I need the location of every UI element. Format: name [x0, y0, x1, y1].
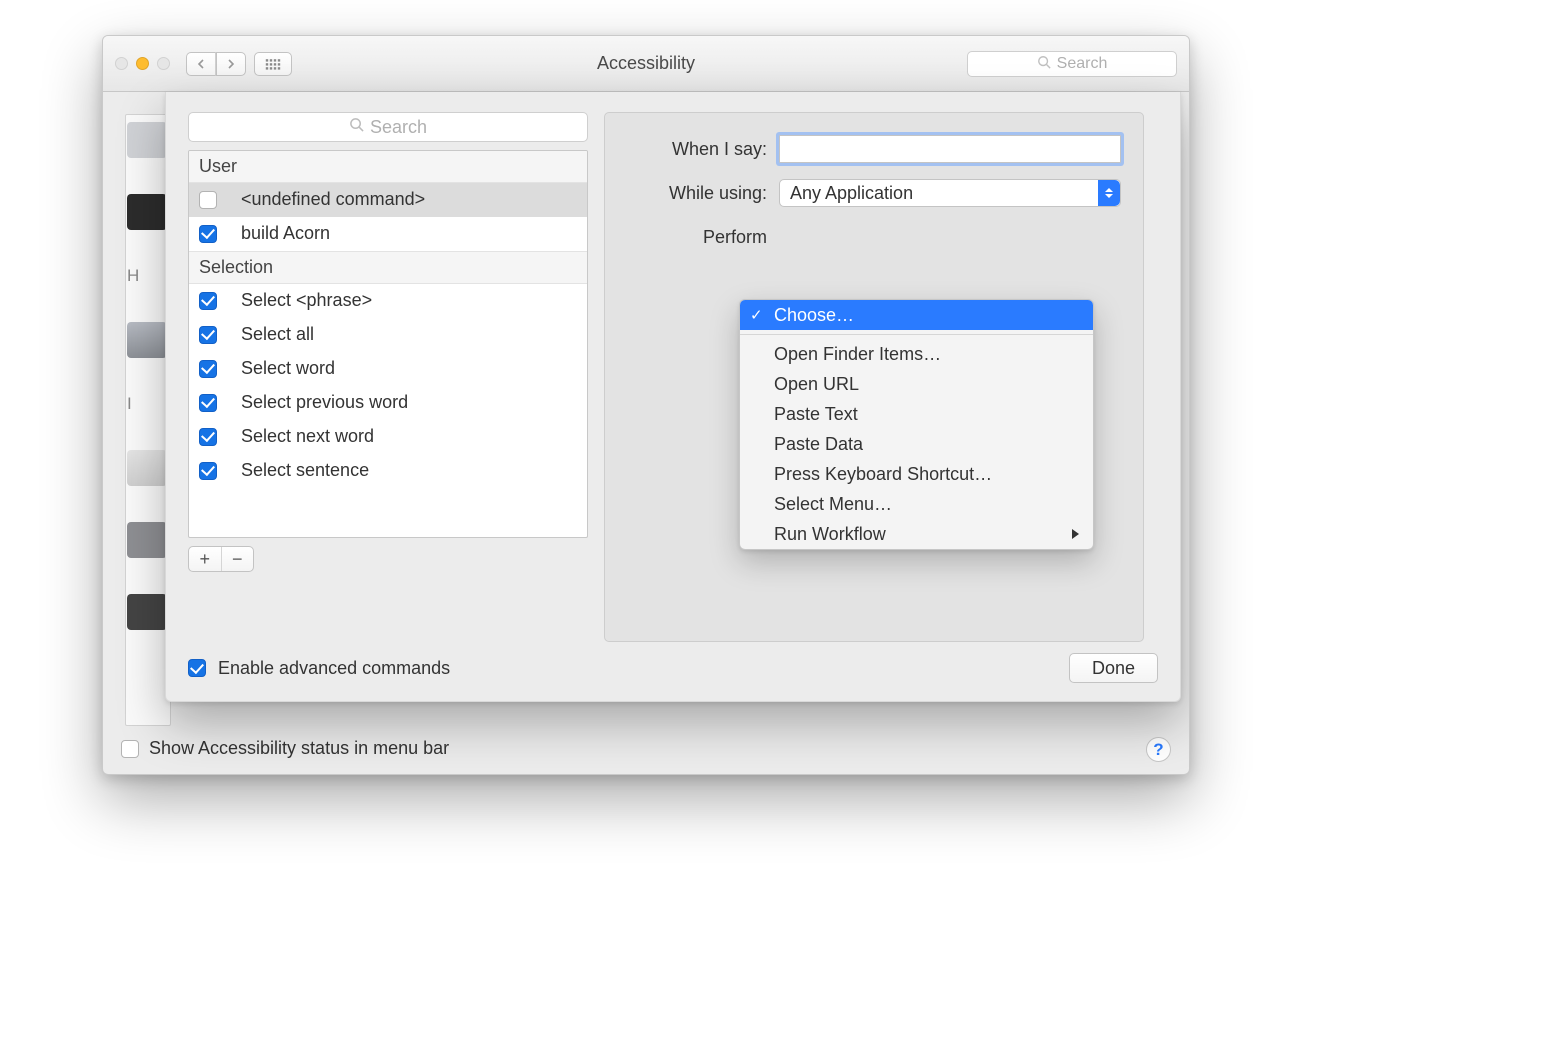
- sidebar-icon-peek-5: [127, 522, 167, 558]
- command-enabled-checkbox[interactable]: [199, 191, 217, 209]
- menu-item[interactable]: Press Keyboard Shortcut…: [740, 459, 1093, 489]
- list-item[interactable]: Select all: [189, 318, 587, 352]
- menu-item-label: Choose…: [774, 305, 854, 326]
- commands-search-placeholder: Search: [370, 117, 427, 138]
- search-icon: [349, 117, 364, 137]
- popup-stepper-icon: [1098, 180, 1120, 206]
- zoom-window-button[interactable]: [157, 57, 170, 70]
- command-enabled-checkbox[interactable]: [199, 225, 217, 243]
- form-row-while-using: While using: Any Application: [627, 179, 1121, 207]
- window-titlebar: Accessibility Search: [103, 36, 1189, 92]
- command-enabled-checkbox[interactable]: [199, 428, 217, 446]
- command-label: Select all: [241, 324, 314, 345]
- sidebar-icon-peek-3: [127, 322, 167, 358]
- sidebar-icon-peek-2: [127, 194, 167, 230]
- done-label: Done: [1092, 658, 1135, 679]
- perform-dropdown-menu[interactable]: ✓ Choose… Open Finder Items… Open URL Pa…: [739, 299, 1094, 550]
- menu-separator: [740, 334, 1093, 335]
- accessibility-status-label: Show Accessibility status in menu bar: [149, 738, 449, 759]
- menu-item[interactable]: Open URL: [740, 369, 1093, 399]
- when-i-say-label: When I say:: [627, 139, 767, 160]
- command-label: Select previous word: [241, 392, 408, 413]
- menu-item-label: Paste Data: [774, 434, 863, 455]
- list-item[interactable]: Select <phrase>: [189, 284, 587, 318]
- menu-item[interactable]: Paste Data: [740, 429, 1093, 459]
- menu-item-label: Open URL: [774, 374, 859, 395]
- when-i-say-input[interactable]: [779, 135, 1121, 163]
- sidebar-icon-peek-1: [127, 122, 167, 158]
- command-enabled-checkbox[interactable]: [199, 360, 217, 378]
- list-item[interactable]: Select word: [189, 352, 587, 386]
- list-item[interactable]: build Acorn: [189, 217, 587, 251]
- sheet-left-panel: Search User <undefined command> build Ac…: [188, 112, 588, 572]
- question-icon: ?: [1153, 740, 1163, 760]
- window-search-field[interactable]: Search: [967, 51, 1177, 77]
- menu-item-label: Press Keyboard Shortcut…: [774, 464, 992, 485]
- sidebar-label-peek-1: H: [127, 266, 139, 286]
- show-all-prefs-button[interactable]: [254, 52, 292, 76]
- search-icon: [1037, 55, 1051, 73]
- form-row-when-i-say: When I say:: [627, 135, 1121, 163]
- list-item[interactable]: Select sentence: [189, 454, 587, 488]
- accessibility-status-checkbox[interactable]: [121, 740, 139, 758]
- command-enabled-checkbox[interactable]: [199, 292, 217, 310]
- menu-item[interactable]: ✓ Choose…: [740, 300, 1093, 330]
- command-enabled-checkbox[interactable]: [199, 462, 217, 480]
- command-label: Select word: [241, 358, 335, 379]
- list-item[interactable]: <undefined command>: [189, 183, 587, 217]
- menu-item-label: Run Workflow: [774, 524, 886, 545]
- list-item[interactable]: Select previous word: [189, 386, 587, 420]
- enable-advanced-label: Enable advanced commands: [218, 658, 450, 679]
- add-remove-buttons: + −: [188, 546, 254, 572]
- window-footer-row: Show Accessibility status in menu bar: [121, 738, 1171, 759]
- menu-item[interactable]: Open Finder Items…: [740, 339, 1093, 369]
- sheet-footer: Enable advanced commands Done: [188, 653, 1158, 683]
- sidebar-icon-peek-4: [127, 450, 167, 486]
- command-label: Select next word: [241, 426, 374, 447]
- commands-list[interactable]: User <undefined command> build Acorn Sel…: [188, 150, 588, 538]
- minimize-window-button[interactable]: [136, 57, 149, 70]
- command-label: Select <phrase>: [241, 290, 372, 311]
- list-header: Selection: [189, 251, 587, 284]
- traffic-lights: [115, 57, 170, 70]
- while-using-value: Any Application: [790, 183, 913, 204]
- menu-item[interactable]: Run Workflow: [740, 519, 1093, 549]
- menu-item[interactable]: Paste Text: [740, 399, 1093, 429]
- command-label: Select sentence: [241, 460, 369, 481]
- menu-item[interactable]: Select Menu…: [740, 489, 1093, 519]
- perform-label: Perform: [627, 227, 767, 248]
- enable-advanced-checkbox[interactable]: [188, 659, 206, 677]
- command-label: build Acorn: [241, 223, 330, 244]
- command-label: <undefined command>: [241, 189, 425, 210]
- add-command-button[interactable]: +: [189, 547, 222, 571]
- while-using-popup[interactable]: Any Application: [779, 179, 1121, 207]
- sidebar-label-peek-2: I: [127, 394, 132, 414]
- menu-item-label: Open Finder Items…: [774, 344, 941, 365]
- list-item[interactable]: Select next word: [189, 420, 587, 454]
- help-button[interactable]: ?: [1146, 737, 1171, 762]
- menu-item-label: Paste Text: [774, 404, 858, 425]
- done-button[interactable]: Done: [1069, 653, 1158, 683]
- submenu-arrow-icon: [1072, 529, 1079, 539]
- close-window-button[interactable]: [115, 57, 128, 70]
- remove-command-button[interactable]: −: [222, 547, 254, 571]
- command-enabled-checkbox[interactable]: [199, 394, 217, 412]
- sidebar-icon-peek-6: [127, 594, 167, 630]
- command-enabled-checkbox[interactable]: [199, 326, 217, 344]
- nav-buttons: [186, 52, 246, 76]
- form-row-perform: Perform: [627, 223, 1121, 251]
- system-preferences-window: Accessibility Search H I Show Accessibil…: [102, 35, 1190, 775]
- check-icon: ✓: [750, 306, 763, 324]
- commands-search-field[interactable]: Search: [188, 112, 588, 142]
- window-search-placeholder: Search: [1057, 55, 1108, 73]
- forward-button[interactable]: [216, 52, 246, 76]
- grid-icon: [265, 58, 281, 70]
- while-using-label: While using:: [627, 183, 767, 204]
- menu-item-label: Select Menu…: [774, 494, 892, 515]
- list-header: User: [189, 151, 587, 183]
- back-button[interactable]: [186, 52, 216, 76]
